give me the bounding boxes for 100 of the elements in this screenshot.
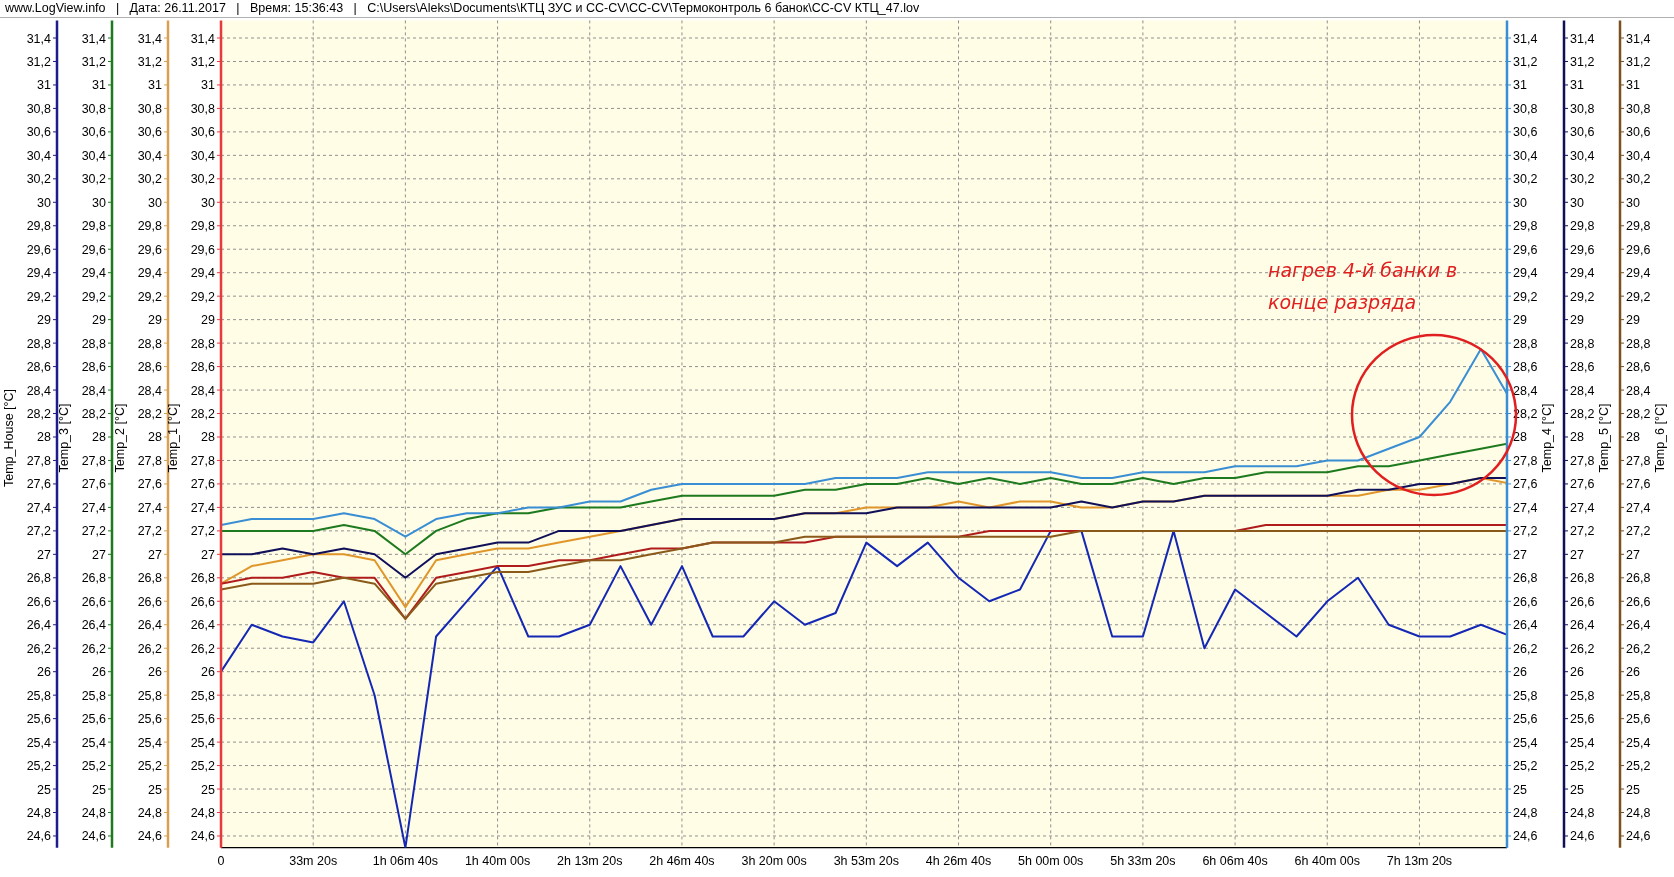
axis-tick-label: 27,4 bbox=[190, 500, 215, 515]
axis-tick-label: 26,6 bbox=[1513, 594, 1538, 609]
axis-tick-label: 30,6 bbox=[26, 125, 51, 140]
axis-tick-label: 27,2 bbox=[137, 524, 162, 539]
axis-tick-label: 28,2 bbox=[1626, 407, 1651, 421]
axis-tick-label: 30,6 bbox=[1513, 125, 1538, 140]
axis-tick-label: 30 bbox=[92, 195, 106, 210]
axis-title: Temp_3 [°C] bbox=[57, 403, 71, 473]
x-tick-label: 7h 13m 20s bbox=[1386, 853, 1453, 868]
axis-tick-label: 29,6 bbox=[1626, 242, 1651, 257]
axis-tick-label: 30,4 bbox=[1513, 148, 1538, 163]
axis-tick-label: 28,8 bbox=[26, 336, 51, 351]
axis-tick-label: 25,8 bbox=[26, 688, 51, 703]
axis-tick-label: 29,8 bbox=[26, 219, 51, 234]
axis-tick-label: 30,4 bbox=[81, 148, 106, 163]
axis-title: Temp_6 [°C] bbox=[1653, 403, 1667, 473]
axis-tick-label: 24,8 bbox=[190, 806, 215, 820]
axis-tick-label: 25 bbox=[1513, 782, 1527, 797]
axis-tick-label: 30,2 bbox=[26, 172, 51, 187]
axis-tick-label: 25,6 bbox=[26, 712, 51, 727]
axis-tick-label: 28 bbox=[148, 430, 162, 445]
x-tick-label: 6h 06m 40s bbox=[1202, 853, 1268, 868]
x-tick-label: 1h 40m 00s bbox=[464, 853, 531, 868]
axis-tick-label: 29,4 bbox=[1570, 266, 1595, 281]
axis-tick-label: 26,4 bbox=[81, 618, 106, 633]
axis-tick-label: 27 bbox=[37, 547, 51, 562]
axis-tick-label: 27,2 bbox=[1626, 524, 1651, 539]
axis-tick-label: 27 bbox=[1626, 547, 1640, 562]
axis-tick-label: 29,2 bbox=[1626, 289, 1651, 304]
axis-tick-label: 24,8 bbox=[81, 806, 106, 820]
axis-tick-label: 27,2 bbox=[1513, 524, 1538, 539]
axis-tick-label: 28,8 bbox=[81, 336, 106, 351]
file-info-text: www.LogView.info | Дата: 26.11.2017 | Время: 15:36:43 | C:\Users\Aleks\Documents\КТЦ ЗУС и CC-CV\CC-CV\Термоконтроль 6 банок\CC-CV КТЦ_47.lov bbox=[0, 0, 1674, 18]
x-tick-label: 6h 40m 00s bbox=[1294, 853, 1360, 868]
axis-tick-label: 28 bbox=[92, 430, 106, 445]
axis-tick-label: 24,8 bbox=[1626, 806, 1651, 820]
axis-tick-label: 25,4 bbox=[1626, 735, 1651, 750]
axis-tick-label: 25 bbox=[92, 782, 106, 797]
axis-tick-label: 27 bbox=[92, 547, 106, 562]
axis-tick-label: 28,4 bbox=[81, 383, 106, 398]
axis-tick-label: 26,6 bbox=[81, 594, 106, 609]
axis-tick-label: 28,8 bbox=[1513, 336, 1538, 351]
axis-tick-label: 24,6 bbox=[1570, 829, 1595, 844]
axis-tick-label: 29,6 bbox=[26, 242, 51, 257]
axis-tick-label: 25,6 bbox=[137, 712, 162, 727]
axis-title: Temp_House [°C] bbox=[2, 388, 16, 488]
axis-tick-label: 27,6 bbox=[81, 477, 106, 492]
axis-tick-label: 26,4 bbox=[1513, 618, 1538, 633]
axis-tick-label: 30 bbox=[1626, 195, 1640, 210]
axis-tick-label: 26,6 bbox=[190, 594, 215, 609]
axis-tick-label: 31,4 bbox=[1570, 31, 1595, 46]
x-tick-label: 5h 00m 00s bbox=[1018, 853, 1084, 868]
axis-tick-label: 30,6 bbox=[1626, 125, 1651, 140]
axis-tick-label: 31,2 bbox=[1513, 54, 1538, 69]
axis-tick-label: 29,2 bbox=[137, 289, 162, 304]
axis-tick-label: 24,6 bbox=[81, 829, 106, 844]
axis-tick-label: 26,8 bbox=[1513, 571, 1538, 586]
axis-tick-label: 30 bbox=[1570, 195, 1584, 210]
axis-tick-label: 30,8 bbox=[26, 101, 51, 116]
x-tick-label: 4h 26m 40s bbox=[925, 853, 992, 868]
axis-tick-label: 26 bbox=[1513, 665, 1527, 680]
axis-tick-label: 30,2 bbox=[190, 172, 215, 187]
axis-tick-label: 27,4 bbox=[1570, 500, 1595, 515]
axis-tick-label: 26 bbox=[1626, 665, 1640, 680]
axis-title: Temp_2 [°C] bbox=[113, 403, 127, 473]
axis-tick-label: 26,8 bbox=[26, 571, 51, 586]
axis-tick-label: 27,8 bbox=[137, 453, 162, 468]
axis-tick-label: 29 bbox=[1513, 313, 1527, 328]
axis-tick-label: 30 bbox=[201, 195, 215, 210]
axis-tick-label: 27,6 bbox=[26, 477, 51, 492]
axis-tick-label: 28,8 bbox=[1570, 336, 1595, 351]
axis-tick-label: 29 bbox=[1570, 313, 1584, 328]
axis-tick-label: 28,2 bbox=[137, 407, 162, 421]
axis-tick-label: 24,8 bbox=[1570, 806, 1595, 820]
axis-tick-label: 24,8 bbox=[26, 806, 51, 820]
axis-tick-label: 26,2 bbox=[190, 641, 215, 656]
axis-tick-label: 30,4 bbox=[26, 148, 51, 163]
axis-tick-label: 25,4 bbox=[26, 735, 51, 750]
axis-tick-label: 31 bbox=[92, 78, 106, 93]
axis-tick-label: 26,4 bbox=[1626, 618, 1651, 633]
axis-tick-label: 31 bbox=[148, 78, 162, 93]
axis-tick-label: 28,4 bbox=[137, 383, 162, 398]
axis-tick-label: 30,2 bbox=[1626, 172, 1651, 187]
axis-title: Temp_5 [°C] bbox=[1597, 403, 1611, 473]
axis-tick-label: 26,6 bbox=[1626, 594, 1651, 609]
axis-tick-label: 25,4 bbox=[1513, 735, 1538, 750]
axis-tick-label: 28 bbox=[1513, 430, 1527, 445]
axis-tick-label: 30,6 bbox=[190, 125, 215, 140]
axis-tick-label: 30,2 bbox=[1570, 172, 1595, 187]
axis-tick-label: 30,8 bbox=[81, 101, 106, 116]
x-tick-label: 33m 20s bbox=[289, 853, 338, 868]
axis-tick-label: 29,2 bbox=[26, 289, 51, 304]
axis-tick-label: 29,8 bbox=[1513, 219, 1538, 234]
axis-tick-label: 27,8 bbox=[1513, 453, 1538, 468]
axis-tick-label: 31 bbox=[1513, 78, 1527, 93]
axis-tick-label: 25 bbox=[1570, 782, 1584, 797]
axis-tick-label: 24,8 bbox=[137, 806, 162, 820]
axis-tick-label: 27,2 bbox=[190, 524, 215, 539]
axis-tick-label: 29,4 bbox=[137, 266, 162, 281]
axis-tick-label: 27,6 bbox=[137, 477, 162, 492]
